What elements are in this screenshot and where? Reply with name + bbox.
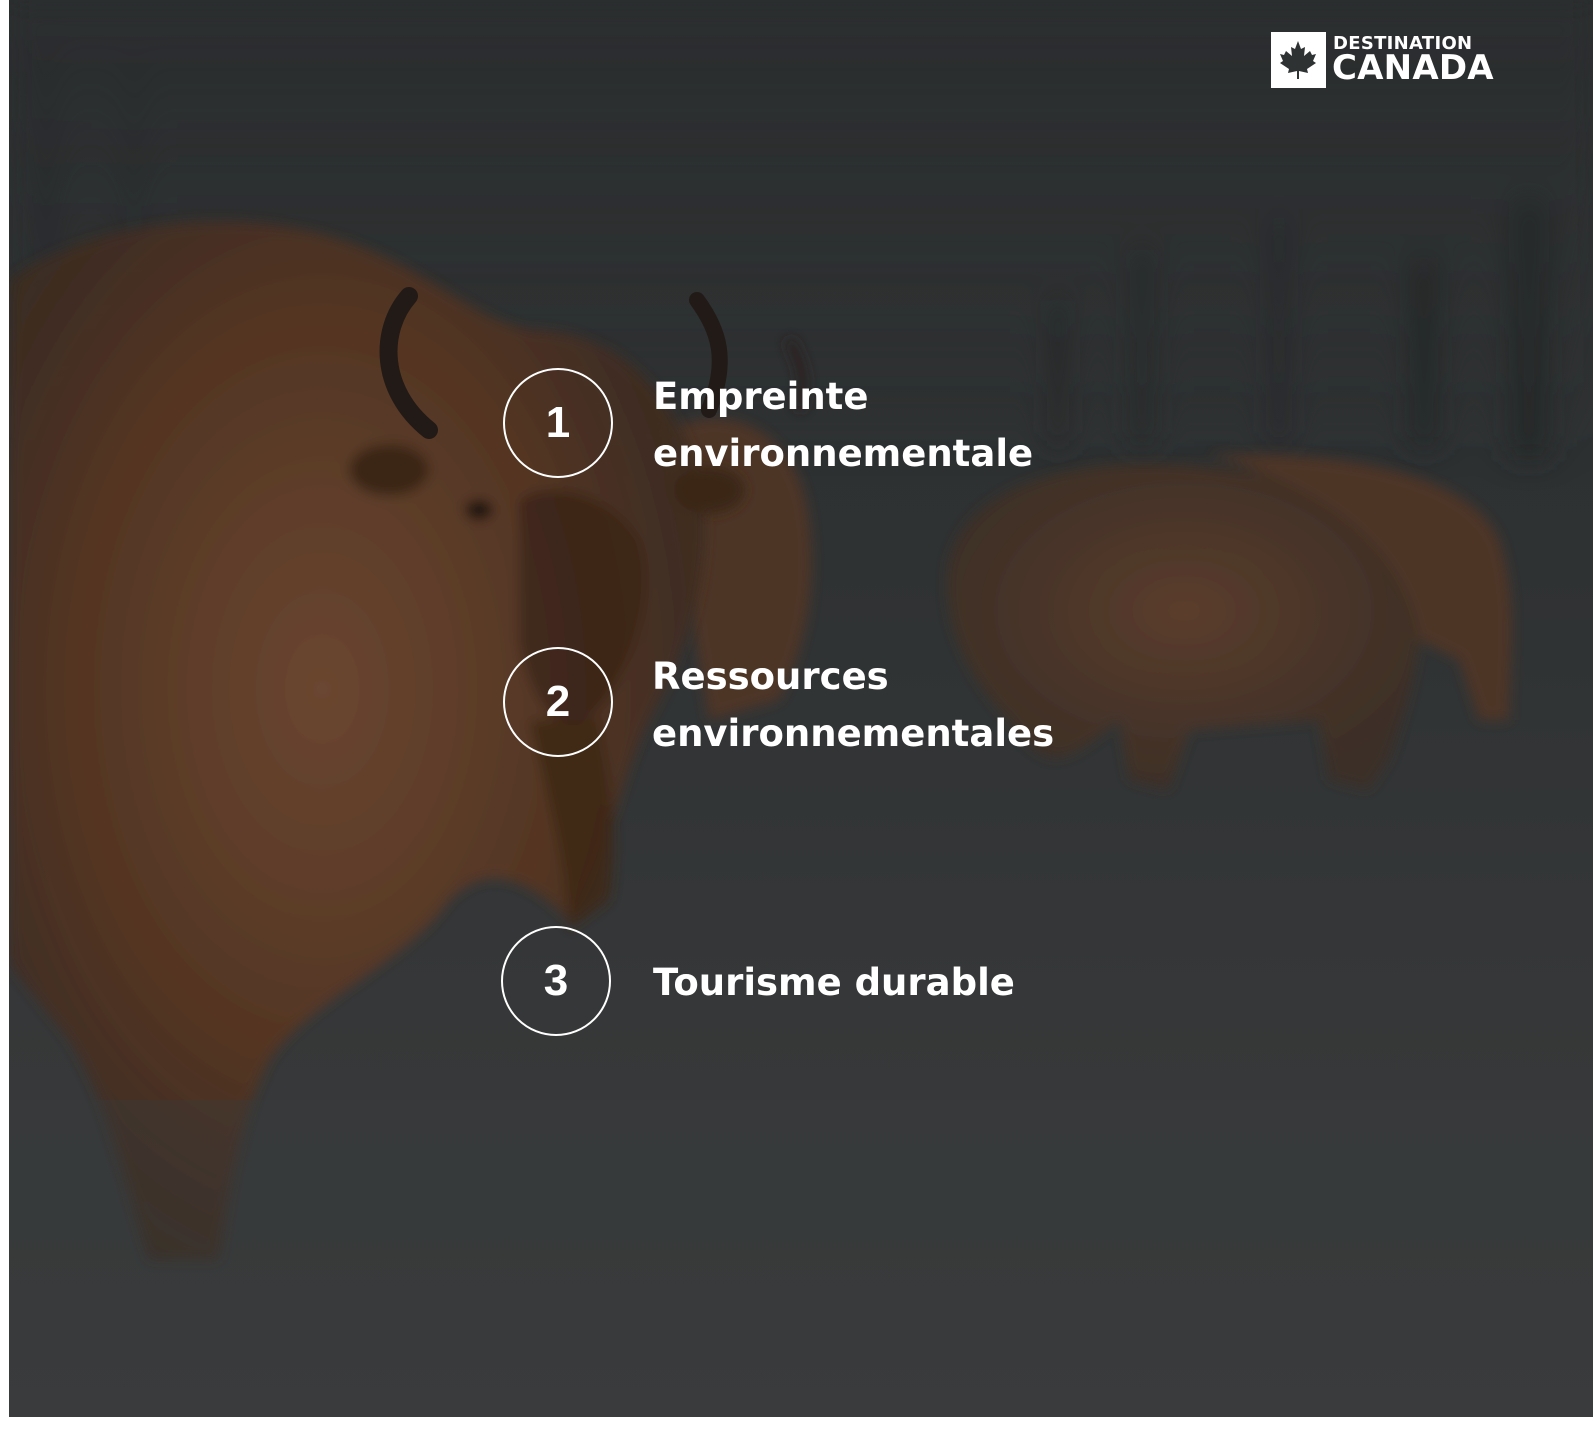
item-label-line1: Ressources [652, 655, 889, 698]
item-label-environmental-footprint: Empreinte environnementale [653, 368, 1033, 482]
item-number: 1 [545, 398, 571, 447]
item-number: 2 [545, 677, 571, 726]
item-number-3-circle: 3 [501, 926, 611, 1036]
item-label-line2: environnementales [652, 712, 1055, 755]
item-label-sustainable-tourism: Tourisme durable [653, 954, 1015, 1011]
logo-text-canada: CANADA [1332, 48, 1494, 88]
item-number: 3 [543, 956, 569, 1005]
item-number-2-circle: 2 [503, 647, 613, 757]
item-label-environmental-resources: Ressources environnementales [652, 648, 1054, 762]
item-label-line2: environnementale [653, 432, 1034, 475]
slide: DESTINATION CANADA 1 Empreinte environne… [9, 0, 1593, 1417]
destination-canada-logo[interactable]: DESTINATION CANADA [1271, 32, 1494, 88]
item-number-1-circle: 1 [503, 368, 613, 478]
item-label-line1: Tourisme durable [653, 961, 1015, 1004]
item-label-line1: Empreinte [653, 375, 869, 418]
maple-leaf-icon [1271, 32, 1326, 88]
